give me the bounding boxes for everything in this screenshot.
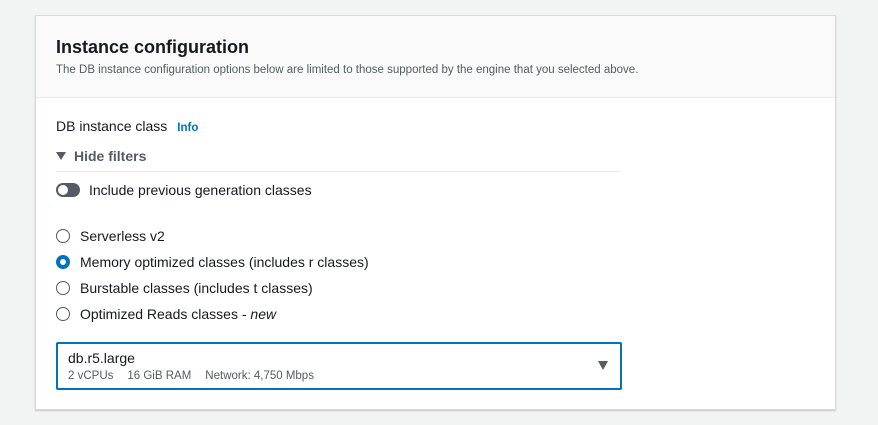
radio-optimized-reads[interactable]: Optimized Reads classes - new (56, 301, 369, 327)
radio-label: Burstable classes (includes t classes) (80, 280, 313, 296)
instance-configuration-panel: Instance configuration The DB instance c… (35, 15, 836, 410)
network: Network: 4,750 Mbps (205, 370, 314, 382)
previous-generation-toggle-row[interactable]: Include previous generation classes (56, 182, 312, 198)
radio-label: Optimized Reads classes - new (80, 306, 276, 322)
radio-label: Serverless v2 (80, 228, 165, 244)
previous-generation-label: Include previous generation classes (89, 182, 312, 198)
radio-button[interactable] (56, 307, 70, 321)
hide-filters-label: Hide filters (74, 148, 147, 164)
vcpus: 2 vCPUs (68, 370, 114, 382)
divider (56, 171, 621, 172)
panel-description: The DB instance configuration options be… (56, 64, 639, 76)
info-link[interactable]: Info (177, 122, 198, 134)
selected-description: 2 vCPUs 16 GiB RAM Network: 4,750 Mbps (68, 370, 610, 382)
radio-button[interactable] (56, 255, 70, 269)
dropdown-caret-icon (598, 361, 608, 370)
radio-serverless-v2[interactable]: Serverless v2 (56, 223, 369, 249)
radio-burstable[interactable]: Burstable classes (includes t classes) (56, 275, 369, 301)
radio-label-text: Optimized Reads classes - (80, 306, 251, 322)
radio-button[interactable] (56, 281, 70, 295)
instance-class-radio-group: Serverless v2 Memory optimized classes (… (56, 223, 369, 327)
panel-header: Instance configuration The DB instance c… (36, 16, 835, 98)
hide-filters-toggle[interactable]: Hide filters (56, 148, 146, 164)
new-tag: new (250, 306, 277, 322)
ram: 16 GiB RAM (127, 370, 192, 382)
panel-title: Instance configuration (56, 37, 250, 57)
instance-class-select[interactable]: db.r5.large 2 vCPUs 16 GiB RAM Network: … (56, 342, 622, 390)
selected-value: db.r5.large (68, 350, 135, 366)
db-instance-class-label: DB instance class Info (56, 118, 198, 134)
previous-generation-toggle[interactable] (56, 183, 80, 197)
radio-label: Memory optimized classes (includes r cla… (80, 254, 369, 270)
radio-button[interactable] (56, 229, 70, 243)
radio-memory-optimized[interactable]: Memory optimized classes (includes r cla… (56, 249, 369, 275)
field-label: DB instance class (56, 118, 168, 134)
caret-down-icon (56, 152, 66, 160)
